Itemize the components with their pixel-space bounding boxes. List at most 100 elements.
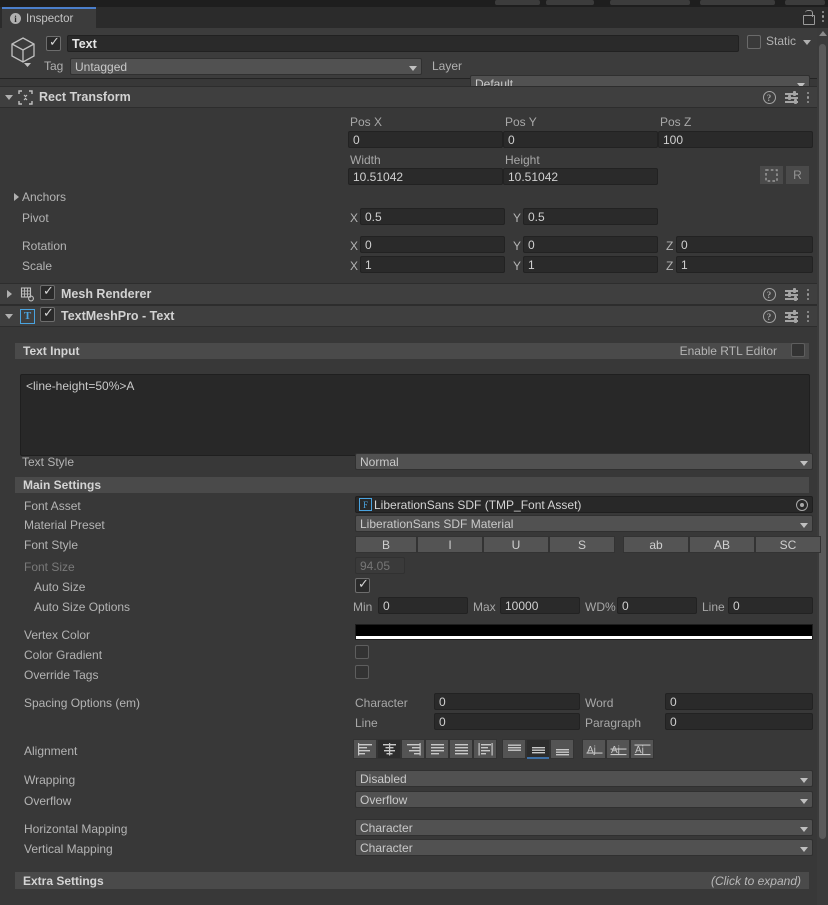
horizontal-mapping-dropdown[interactable]: Character	[355, 819, 813, 836]
kebab-menu-icon[interactable]	[806, 288, 809, 301]
tag-dropdown[interactable]: Untagged	[70, 58, 422, 75]
pos-z-input[interactable]: 100	[658, 131, 813, 148]
scale-y-axis-label: Y	[513, 259, 522, 273]
component-header-rect-transform[interactable]: Rect Transform ?	[0, 86, 817, 108]
extra-settings-section-header[interactable]: Extra Settings (Click to expand)	[14, 871, 810, 890]
vertical-mapping-dropdown[interactable]: Character	[355, 839, 813, 856]
gameobject-header: Text Static Tag Untagged Layer Default	[0, 28, 817, 92]
main-settings-section-header[interactable]: Main Settings	[14, 476, 810, 494]
scale-z-input[interactable]: 1	[676, 256, 813, 273]
align-geometry-center-icon[interactable]	[473, 739, 497, 759]
font-style-smallcaps-button[interactable]: SC	[755, 536, 821, 553]
spacing-paragraph-label: Paragraph	[585, 716, 642, 730]
static-checkbox[interactable]	[747, 35, 761, 49]
editor-toolbar-strip	[0, 0, 828, 7]
overflow-dropdown[interactable]: Overflow	[355, 791, 813, 808]
pos-y-input[interactable]: 0	[503, 131, 658, 148]
pivot-x-input[interactable]: 0.5	[360, 208, 505, 225]
align-midline-icon[interactable]: Aj	[606, 739, 630, 759]
spacing-word-input[interactable]: 0	[665, 693, 813, 710]
wrapping-dropdown[interactable]: Disabled	[355, 770, 813, 787]
align-left-icon[interactable]	[353, 739, 377, 759]
spacing-line-input[interactable]: 0	[434, 713, 580, 730]
scale-x-input[interactable]: 1	[360, 256, 505, 273]
tmp-text-foldout[interactable]	[0, 313, 18, 319]
auto-size-line-input[interactable]: 0	[728, 597, 813, 614]
object-picker-icon[interactable]	[796, 499, 808, 511]
vertex-color-swatch[interactable]	[355, 624, 813, 640]
scroll-up-arrow-icon[interactable]	[819, 31, 827, 36]
font-asset-field[interactable]: F LiberationSans SDF (TMP_Font Asset)	[355, 496, 813, 513]
static-dropdown-arrow-icon[interactable]	[803, 40, 811, 45]
scrollbar-thumb[interactable]	[819, 44, 826, 839]
pivot-y-input[interactable]: 0.5	[523, 208, 658, 225]
auto-size-max-input[interactable]: 10000	[500, 597, 580, 614]
text-style-dropdown[interactable]: Normal	[355, 453, 813, 470]
toolbar-button-3[interactable]	[610, 0, 690, 5]
help-icon[interactable]: ?	[762, 288, 776, 301]
scale-y-input[interactable]: 1	[523, 256, 658, 273]
font-style-uppercase-button[interactable]: AB	[689, 536, 755, 553]
auto-size-min-input[interactable]: 0	[378, 597, 468, 614]
font-style-underline-button[interactable]: U	[483, 536, 549, 553]
lock-open-icon[interactable]	[802, 10, 815, 25]
tab-inspector[interactable]: i Inspector	[2, 7, 96, 28]
anchors-foldout[interactable]	[10, 190, 22, 204]
mesh-renderer-enabled-checkbox[interactable]	[40, 284, 55, 303]
inspector-window: i Inspector Text Static Tag Untagged Lay…	[0, 0, 828, 905]
auto-size-checkbox[interactable]	[355, 577, 370, 593]
rotation-x-input[interactable]: 0	[360, 236, 505, 253]
rotation-z-input[interactable]: 0	[676, 236, 813, 253]
kebab-menu-icon[interactable]	[806, 91, 809, 104]
toolbar-button-5[interactable]	[785, 0, 825, 5]
width-input[interactable]: 10.51042	[348, 168, 503, 185]
color-gradient-checkbox[interactable]	[355, 645, 369, 659]
align-flush-icon[interactable]	[449, 739, 473, 759]
rect-transform-foldout[interactable]	[0, 94, 18, 100]
align-bottom-icon[interactable]	[550, 739, 574, 759]
align-justified-icon[interactable]	[425, 739, 449, 759]
mesh-renderer-foldout[interactable]	[0, 290, 18, 298]
vertical-mapping-label: Vertical Mapping	[24, 842, 113, 856]
rotation-y-input[interactable]: 0	[523, 236, 658, 253]
help-icon[interactable]: ?	[762, 310, 776, 323]
gameobject-cube-icon[interactable]	[8, 34, 38, 68]
preset-icon[interactable]	[784, 288, 798, 301]
toolbar-button-4[interactable]	[700, 0, 775, 5]
help-icon[interactable]: ?	[762, 91, 776, 104]
kebab-menu-icon[interactable]	[821, 10, 824, 23]
font-style-bold-button[interactable]: B	[355, 536, 417, 553]
spacing-paragraph-input[interactable]: 0	[665, 713, 813, 730]
toolbar-button-1[interactable]	[495, 0, 540, 5]
align-right-icon[interactable]	[401, 739, 425, 759]
kebab-menu-icon[interactable]	[806, 310, 809, 323]
preset-icon[interactable]	[784, 91, 798, 104]
gameobject-enabled-checkbox[interactable]	[46, 35, 61, 51]
gameobject-name-input[interactable]: Text	[67, 35, 739, 52]
align-baseline-icon[interactable]: Aj	[582, 739, 606, 759]
spacing-character-input[interactable]: 0	[434, 693, 580, 710]
component-header-tmp-text[interactable]: T TextMeshPro - Text ?	[0, 305, 817, 327]
auto-size-options-label: Auto Size Options	[34, 600, 131, 614]
align-center-icon[interactable]	[377, 739, 401, 759]
enable-rtl-editor-checkbox[interactable]	[791, 343, 805, 357]
font-style-lowercase-button[interactable]: ab	[623, 536, 689, 553]
toolbar-button-2[interactable]	[546, 0, 594, 5]
auto-size-wd-input[interactable]: 0	[617, 597, 697, 614]
align-capline-icon[interactable]: Aj	[630, 739, 654, 759]
material-preset-dropdown[interactable]: LiberationSans SDF Material	[355, 515, 813, 532]
align-middle-icon[interactable]	[526, 739, 550, 759]
pos-x-input[interactable]: 0	[348, 131, 503, 148]
font-style-italic-button[interactable]: I	[417, 536, 483, 553]
preset-icon[interactable]	[784, 310, 798, 323]
text-input-textarea[interactable]: <line-height=50%>A	[20, 374, 810, 456]
height-input[interactable]: 10.51042	[503, 168, 658, 185]
tmp-text-enabled-checkbox[interactable]	[40, 306, 55, 325]
vertical-scrollbar[interactable]	[817, 28, 828, 905]
override-tags-checkbox[interactable]	[355, 665, 369, 679]
blueprint-mode-button[interactable]	[759, 165, 784, 185]
font-style-strikethrough-button[interactable]: S	[549, 536, 615, 553]
component-header-mesh-renderer[interactable]: Mesh Renderer ?	[0, 283, 817, 305]
raw-edit-button[interactable]: R	[785, 165, 810, 185]
align-top-icon[interactable]	[502, 739, 526, 759]
